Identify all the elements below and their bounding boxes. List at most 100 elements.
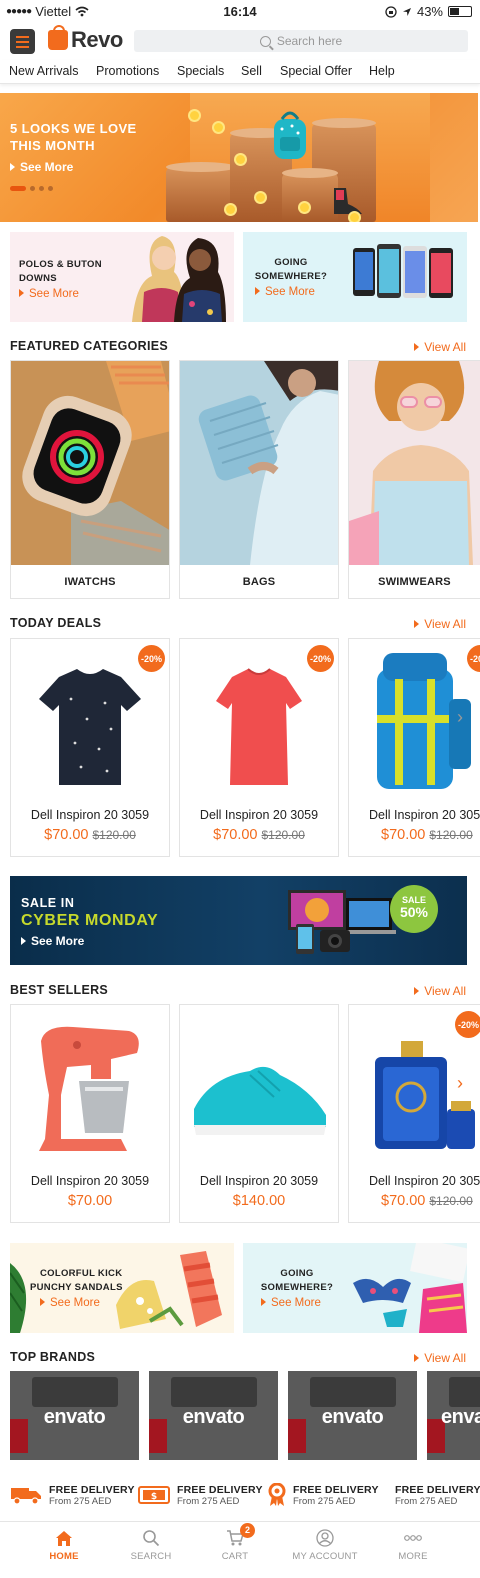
- product-price-row: $140.00: [180, 1192, 338, 1210]
- nav-promotions[interactable]: Promotions: [96, 64, 159, 78]
- delivery-title: FREE DELIVERY: [49, 1483, 135, 1496]
- product-price: $70.00: [67, 1193, 113, 1209]
- section-title: BEST SELLERS: [10, 983, 109, 997]
- product-card[interactable]: -20% Dell Inspiron 20 3059 $70.00 $120.00: [10, 638, 170, 857]
- category-card-swimwears[interactable]: SWIMWEARS: [348, 360, 480, 599]
- brand-logo: envato: [441, 1406, 480, 1428]
- product-price: $70.00: [381, 827, 426, 843]
- product-name[interactable]: Dell Inspiron 20 3059: [369, 808, 480, 822]
- tab-home[interactable]: HOME: [16, 1522, 112, 1578]
- product-name[interactable]: Dell Inspiron 20 3059: [11, 808, 169, 822]
- product-old-price: $120.00: [261, 828, 305, 842]
- product-card[interactable]: Dell Inspiron 20 3059 $140.00: [179, 1004, 339, 1223]
- carousel-dot[interactable]: [39, 186, 44, 191]
- cyber-see-more[interactable]: See More: [21, 934, 84, 948]
- triangle-right-icon: [414, 620, 420, 628]
- delivery-item: FREE DELIVERY From 275 AED: [10, 1480, 135, 1510]
- user-icon: [316, 1529, 334, 1547]
- bag-image: [198, 361, 338, 565]
- chevron-right-icon[interactable]: ›: [457, 1073, 463, 1094]
- hero-stump: [166, 162, 236, 222]
- chevron-right-icon[interactable]: ›: [457, 707, 463, 728]
- tab-my-account[interactable]: MY ACCOUNT: [277, 1522, 373, 1578]
- product-price: $70.00: [213, 827, 258, 843]
- delivery-item: $ FREE DELIVERY From 275 AED: [138, 1480, 263, 1510]
- product-card[interactable]: Dell Inspiron 20 3059 $70.00: [10, 1004, 170, 1223]
- brand-card[interactable]: envato: [288, 1371, 417, 1460]
- nav-special-offer[interactable]: Special Offer: [280, 64, 352, 78]
- hamburger-menu-icon[interactable]: [10, 29, 35, 54]
- brand-logo: envato: [182, 1406, 245, 1428]
- category-card-bags[interactable]: BAGS: [179, 360, 339, 599]
- triangle-right-icon: [414, 1354, 420, 1362]
- logo[interactable]: Revo: [48, 25, 123, 53]
- brand-logo: envato: [321, 1406, 384, 1428]
- promo-see-more[interactable]: See More: [261, 1297, 321, 1309]
- cart-count-badge: 2: [240, 1523, 255, 1538]
- search-input[interactable]: Search here: [134, 30, 468, 52]
- product-name[interactable]: Dell Inspiron 20 3059: [369, 1174, 480, 1188]
- flower-decoration: [214, 123, 223, 132]
- tab-label: MORE: [398, 1551, 428, 1562]
- promo-swimwear[interactable]: GOING SOMEWHERE? See More: [243, 1243, 467, 1333]
- app-header: Revo Search here: [0, 24, 480, 58]
- logo-text: Revo: [71, 27, 123, 52]
- view-all-link[interactable]: View All: [414, 340, 466, 354]
- delivery-title: FREE DELIVERY: [293, 1483, 379, 1496]
- shopping-bag-icon: [48, 25, 68, 50]
- cyber-monday-banner[interactable]: SALE IN CYBER MONDAY See More SALE 50%: [10, 876, 467, 965]
- nav-specials[interactable]: Specials: [177, 64, 224, 78]
- carousel-dot[interactable]: [30, 186, 35, 191]
- product-old-price: $120.00: [92, 828, 136, 842]
- product-name[interactable]: Dell Inspiron 20 3059: [11, 1174, 169, 1188]
- delivery-item: FREE DELIVERY From 275 AED: [388, 1480, 480, 1510]
- home-icon: [56, 1531, 72, 1546]
- brand-card[interactable]: envato: [149, 1371, 278, 1460]
- product-card[interactable]: -20% › Dell Inspiron 20 3059 $70.00$120.…: [348, 1004, 480, 1223]
- delivery-sub: From 275 AED: [395, 1495, 458, 1507]
- triangle-right-icon: [414, 987, 420, 995]
- hero-see-more[interactable]: See More: [10, 160, 73, 174]
- product-card[interactable]: -20% › Dell Inspiron 20 3059 $70.00$120.…: [348, 638, 480, 857]
- category-label: IWATCHS: [64, 576, 116, 588]
- cyber-line1: SALE IN: [21, 896, 75, 910]
- flower-decoration: [190, 111, 199, 120]
- triangle-right-icon: [255, 287, 260, 295]
- product-card[interactable]: -20% Dell Inspiron 20 3059 $70.00 $120.00: [179, 638, 339, 857]
- promo-see-more[interactable]: See More: [255, 286, 315, 298]
- brand-card[interactable]: envato: [10, 1371, 139, 1460]
- carousel-dot-active[interactable]: [10, 186, 26, 191]
- triangle-right-icon: [40, 1298, 45, 1306]
- search-icon: [143, 1530, 160, 1547]
- hero-banner[interactable]: 5 LOOKS WE LOVE THIS MONTH See More: [0, 93, 478, 222]
- view-all-link[interactable]: View All: [414, 617, 466, 631]
- promo-sandals[interactable]: COLORFUL KICK PUNCHY SANDALS See More: [10, 1243, 234, 1333]
- product-price-row: $70.00 $120.00: [381, 1192, 480, 1210]
- nav-sell[interactable]: Sell: [241, 64, 262, 78]
- carousel-dot[interactable]: [48, 186, 53, 191]
- promo-see-more[interactable]: See More: [19, 288, 79, 300]
- top-nav: New Arrivals Promotions Specials Sell Sp…: [0, 60, 480, 84]
- view-all-link[interactable]: View All: [414, 984, 466, 998]
- section-title: TODAY DEALS: [10, 616, 102, 630]
- promo-polos[interactable]: POLOS & BUTON DOWNS See More: [10, 232, 234, 322]
- triangle-right-icon: [10, 163, 15, 171]
- product-name[interactable]: Dell Inspiron 20 3059: [180, 808, 338, 822]
- view-all-link[interactable]: View All: [414, 1351, 466, 1365]
- hero-title: 5 LOOKS WE LOVE THIS MONTH: [10, 121, 137, 153]
- category-image: [349, 361, 480, 565]
- tab-cart[interactable]: CART: [187, 1522, 283, 1578]
- product-name[interactable]: Dell Inspiron 20 3059: [180, 1174, 338, 1188]
- nav-new-arrivals[interactable]: New Arrivals: [9, 64, 78, 78]
- product-old-price: $120.00: [429, 828, 473, 842]
- tab-search[interactable]: SEARCH: [103, 1522, 199, 1578]
- promo-title: GOING SOMEWHERE?: [254, 257, 328, 282]
- carousel-dots: [10, 186, 53, 191]
- promo-see-more[interactable]: See More: [40, 1297, 100, 1309]
- tab-more[interactable]: MORE: [365, 1522, 461, 1578]
- category-card-iwatchs[interactable]: IWATCHS: [10, 360, 170, 599]
- brand-card[interactable]: envato: [427, 1371, 480, 1460]
- nav-help[interactable]: Help: [369, 64, 395, 78]
- triangle-right-icon: [21, 937, 26, 945]
- promo-phones[interactable]: GOING SOMEWHERE? See More: [243, 232, 467, 322]
